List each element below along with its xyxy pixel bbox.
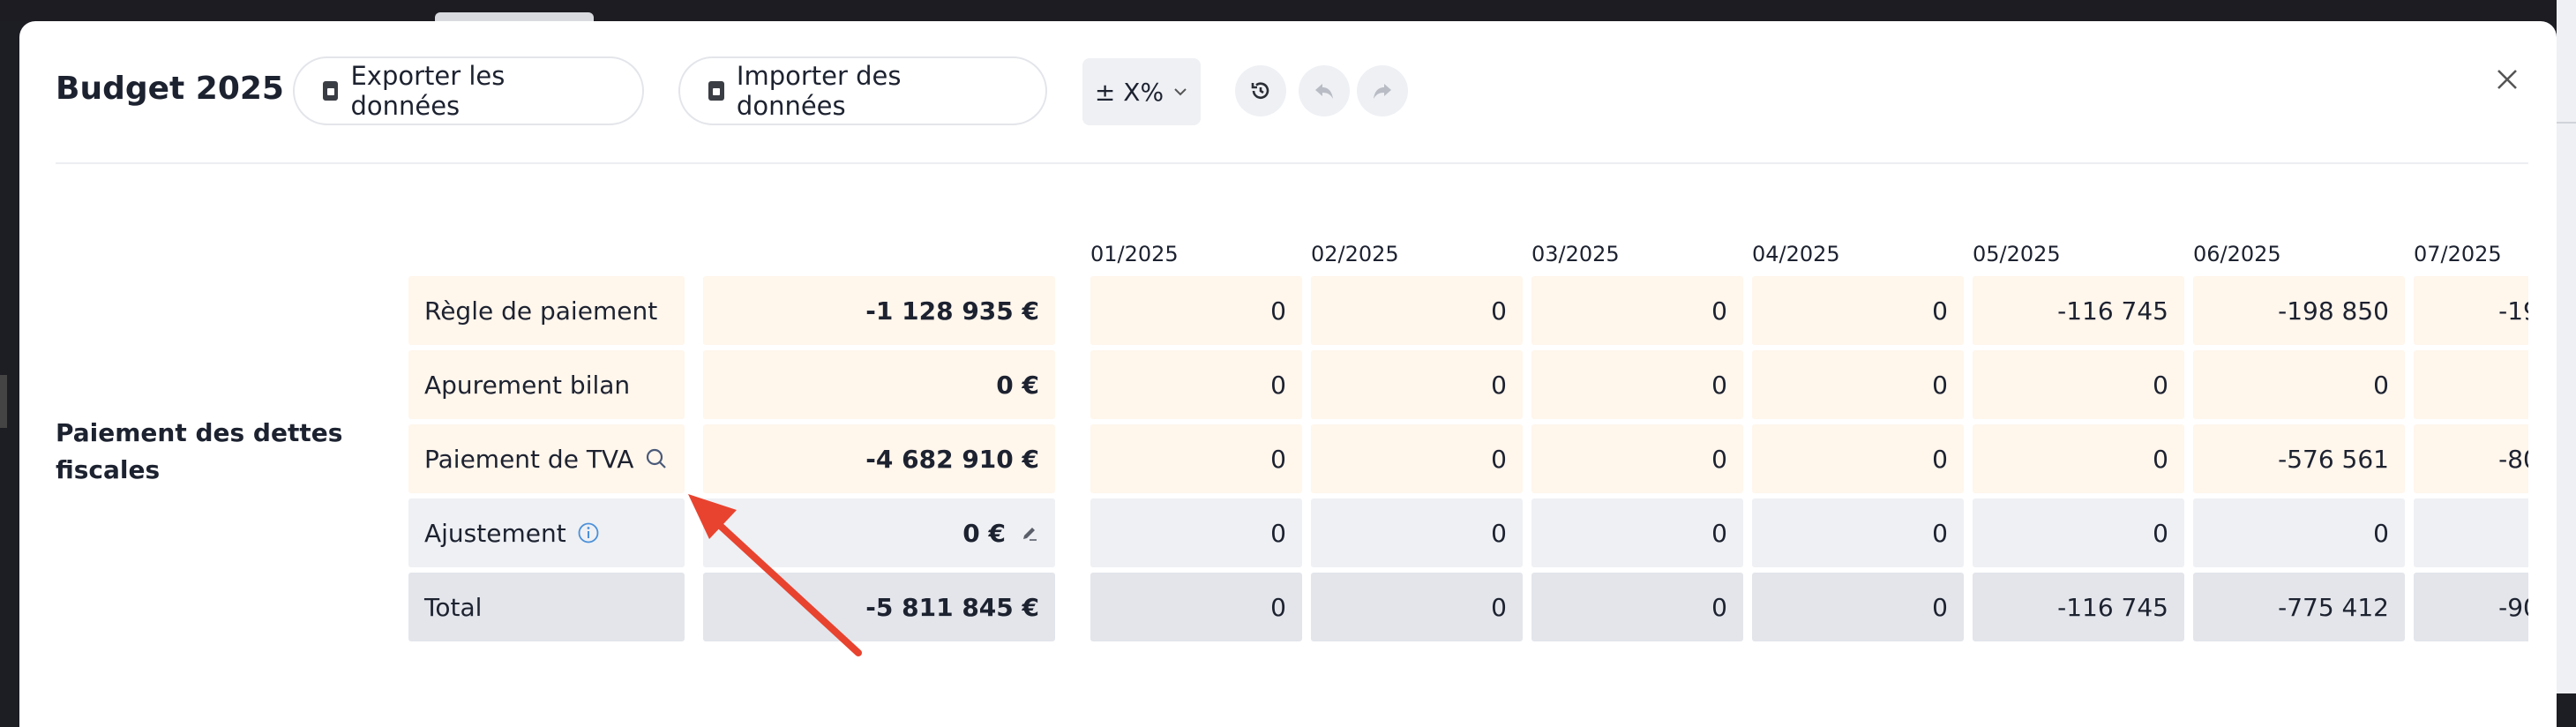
month-header: 06/2025 <box>2193 242 2281 266</box>
month-header: 02/2025 <box>1311 242 1399 266</box>
month-header: 04/2025 <box>1752 242 1840 266</box>
annotation-arrow <box>688 494 862 656</box>
month-header: 01/2025 <box>1090 242 1179 266</box>
month-header: 03/2025 <box>1531 242 1620 266</box>
month-header: 05/2025 <box>1973 242 2061 266</box>
month-header: 07/2025 <box>2414 242 2502 266</box>
